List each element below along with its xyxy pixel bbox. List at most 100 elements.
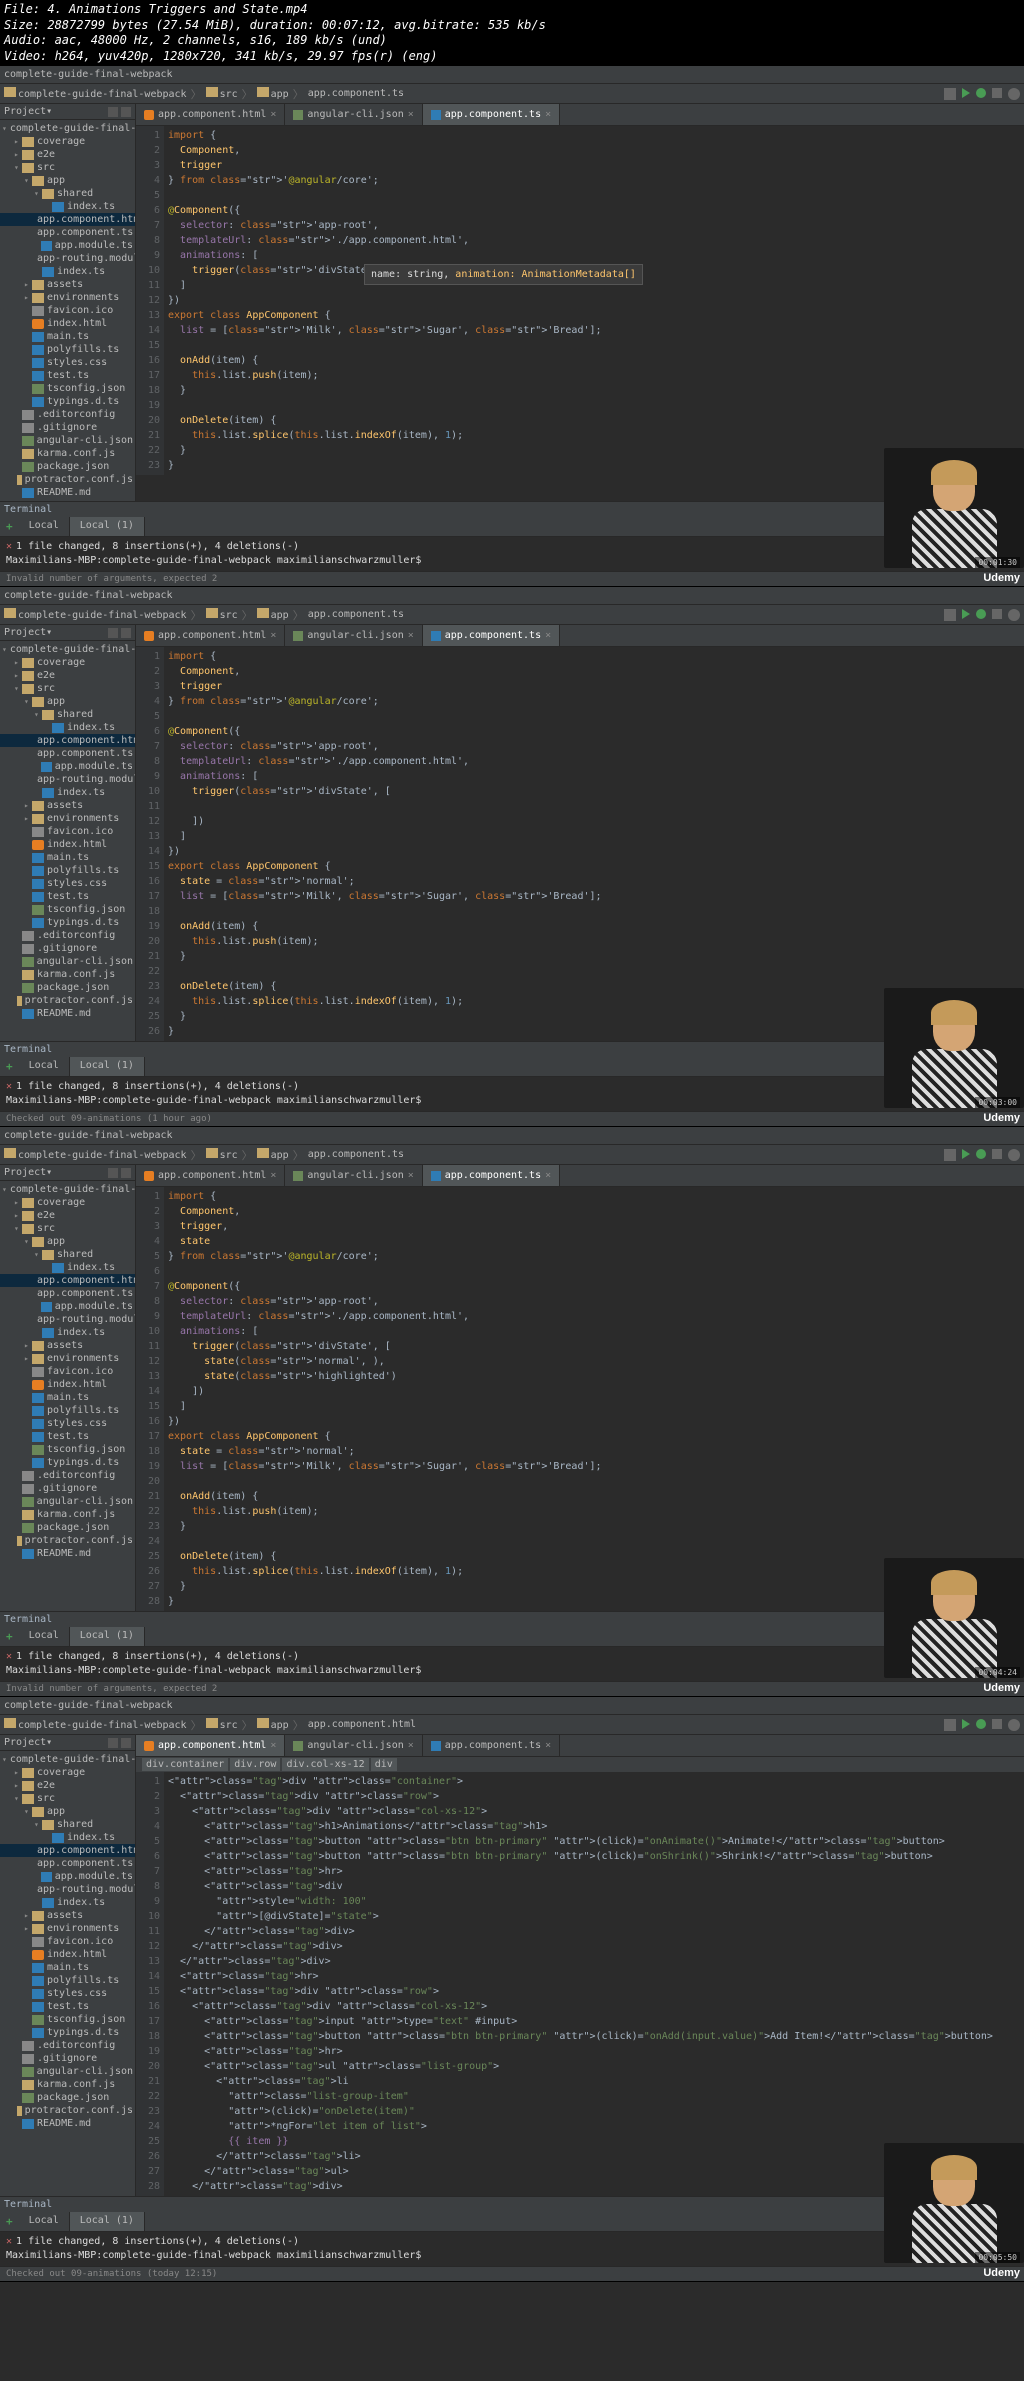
new-terminal-button[interactable]: + (0, 2212, 19, 2231)
tree-item[interactable]: .gitignore (0, 2052, 135, 2065)
search-icon[interactable] (1008, 1149, 1020, 1161)
close-icon[interactable]: × (545, 1170, 551, 1181)
tree-item[interactable]: ▾shared (0, 1248, 135, 1261)
tree-item[interactable]: favicon.ico (0, 1365, 135, 1378)
tree-item[interactable]: ▸environments (0, 812, 135, 825)
tree-root[interactable]: ▾complete-guide-final-webpa (0, 1183, 135, 1196)
terminal-tab[interactable]: Local (19, 1627, 70, 1646)
gear-icon[interactable] (108, 628, 118, 638)
close-icon[interactable]: × (408, 1740, 414, 1751)
tree-item[interactable]: app.component.html (0, 734, 135, 747)
close-icon[interactable]: × (545, 1740, 551, 1751)
editor-tab[interactable]: app.component.ts× (423, 1165, 560, 1186)
terminal-output[interactable]: ✕1 file changed, 8 insertions(+), 4 dele… (0, 537, 1024, 571)
tree-item[interactable]: protractor.conf.js (0, 994, 135, 1007)
editor-tab[interactable]: angular-cli.json× (285, 104, 422, 125)
terminal-tab[interactable]: Local (19, 517, 70, 536)
tree-item[interactable]: app.component.ts (0, 747, 135, 760)
tree-item[interactable]: ▾app (0, 695, 135, 708)
tree-item[interactable]: .gitignore (0, 421, 135, 434)
gear-icon[interactable] (108, 107, 118, 117)
debug-icon[interactable] (976, 88, 986, 98)
tree-item[interactable]: ▸coverage (0, 656, 135, 669)
editor-tab[interactable]: angular-cli.json× (285, 625, 422, 646)
close-icon[interactable]: × (408, 1170, 414, 1181)
tree-root[interactable]: ▾complete-guide-final-webpa (0, 1753, 135, 1766)
tree-item[interactable]: ▾shared (0, 708, 135, 721)
tree-item[interactable]: favicon.ico (0, 825, 135, 838)
tree-item[interactable]: tsconfig.json (0, 2013, 135, 2026)
code-content[interactable]: import { Component, trigger} from class=… (164, 126, 1024, 475)
sidebar-header[interactable]: Project ▾ (0, 625, 135, 641)
tree-item[interactable]: ▸coverage (0, 135, 135, 148)
tree-item[interactable]: polyfills.ts (0, 1404, 135, 1417)
tree-item[interactable]: ▾app (0, 1235, 135, 1248)
run-icon[interactable] (962, 609, 970, 619)
tree-item[interactable]: app.module.ts (0, 239, 135, 252)
make-icon[interactable] (944, 609, 956, 621)
tree-item[interactable]: ▸coverage (0, 1196, 135, 1209)
terminal-tab[interactable]: Local (19, 1057, 70, 1076)
tree-item[interactable]: app.module.ts (0, 1300, 135, 1313)
close-icon[interactable]: × (270, 1740, 276, 1751)
tree-item[interactable]: app-routing.module.t (0, 1313, 135, 1326)
tree-item[interactable]: angular-cli.json (0, 434, 135, 447)
debug-icon[interactable] (976, 609, 986, 619)
new-terminal-button[interactable]: + (0, 1057, 19, 1076)
tree-item[interactable]: styles.css (0, 877, 135, 890)
tree-item[interactable]: index.ts (0, 786, 135, 799)
tree-item[interactable]: ▸e2e (0, 1209, 135, 1222)
search-icon[interactable] (1008, 609, 1020, 621)
close-icon[interactable]: × (408, 109, 414, 120)
code-editor[interactable]: 1234567891011121314151617181920212223242… (136, 1187, 1024, 1611)
tree-item[interactable]: app.module.ts (0, 760, 135, 773)
collapse-icon[interactable] (121, 1738, 131, 1748)
tree-item[interactable]: .editorconfig (0, 408, 135, 421)
gear-icon[interactable] (108, 1738, 118, 1748)
tree-item[interactable]: favicon.ico (0, 304, 135, 317)
tree-item[interactable]: tsconfig.json (0, 382, 135, 395)
code-editor[interactable]: 1234567891011121314151617181920212223imp… (136, 126, 1024, 475)
tree-item[interactable]: ▸assets (0, 799, 135, 812)
tree-item[interactable]: ▸assets (0, 278, 135, 291)
editor-tab[interactable]: app.component.html× (136, 1735, 285, 1756)
stop-icon[interactable] (992, 88, 1002, 98)
run-icon[interactable] (962, 1719, 970, 1729)
stop-icon[interactable] (992, 1149, 1002, 1159)
tree-item[interactable]: test.ts (0, 2000, 135, 2013)
tree-item[interactable]: ▾app (0, 174, 135, 187)
tree-item[interactable]: protractor.conf.js (0, 1534, 135, 1547)
tree-item[interactable]: index.ts (0, 1326, 135, 1339)
terminal-tab[interactable]: Local (1) (70, 517, 145, 536)
tree-item[interactable]: README.md (0, 2117, 135, 2130)
tree-item[interactable]: app-routing.module.t (0, 252, 135, 265)
tree-item[interactable]: ▸environments (0, 1352, 135, 1365)
collapse-icon[interactable] (121, 107, 131, 117)
tree-item[interactable]: favicon.ico (0, 1935, 135, 1948)
code-content[interactable]: import { Component, trigger} from class=… (164, 647, 1024, 1041)
close-icon[interactable]: × (270, 1170, 276, 1181)
tree-item[interactable]: README.md (0, 486, 135, 499)
tree-item[interactable]: ▾app (0, 1805, 135, 1818)
tree-item[interactable]: package.json (0, 460, 135, 473)
tree-item[interactable]: index.ts (0, 721, 135, 734)
terminal-output[interactable]: ✕1 file changed, 8 insertions(+), 4 dele… (0, 1077, 1024, 1111)
close-icon[interactable]: × (270, 109, 276, 120)
tree-item[interactable]: ▸coverage (0, 1766, 135, 1779)
tree-item[interactable]: ▸assets (0, 1909, 135, 1922)
tree-item[interactable]: test.ts (0, 890, 135, 903)
editor-tab[interactable]: app.component.ts× (423, 625, 560, 646)
tree-item[interactable]: app.component.html (0, 213, 135, 226)
terminal-tab[interactable]: Local (1) (70, 1057, 145, 1076)
terminal-output[interactable]: ✕1 file changed, 8 insertions(+), 4 dele… (0, 1647, 1024, 1681)
tree-item[interactable]: typings.d.ts (0, 2026, 135, 2039)
tree-item[interactable]: app.component.ts (0, 226, 135, 239)
sidebar-header[interactable]: Project ▾ (0, 1165, 135, 1181)
tree-item[interactable]: index.html (0, 317, 135, 330)
tree-item[interactable]: .gitignore (0, 942, 135, 955)
tree-item[interactable]: ▸assets (0, 1339, 135, 1352)
tree-item[interactable]: ▾src (0, 682, 135, 695)
tree-item[interactable]: app.component.ts (0, 1287, 135, 1300)
tree-item[interactable]: app.component.ts (0, 1857, 135, 1870)
tree-item[interactable]: .editorconfig (0, 1469, 135, 1482)
